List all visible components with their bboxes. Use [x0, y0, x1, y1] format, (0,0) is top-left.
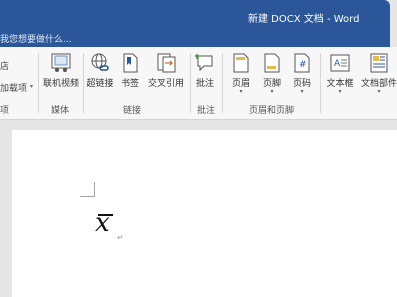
comments-group-label: 批注 — [197, 106, 216, 116]
online-video-icon — [51, 53, 71, 72]
tell-me-bar: 我您想要做什么... — [0, 30, 390, 47]
textbox-icon: A — [330, 54, 350, 72]
document-page[interactable] — [12, 130, 397, 297]
addins-group-label: 项 — [0, 106, 10, 116]
comment-button[interactable]: 批注 — [193, 52, 217, 89]
cross-reference-icon — [157, 53, 176, 73]
paragraph-mark: ↵ — [117, 233, 124, 242]
document-parts-button[interactable]: 文档部件 ▾ — [359, 52, 397, 95]
page-number-icon: # — [294, 53, 310, 73]
tell-me-box[interactable]: 我您想要做什么... — [0, 32, 72, 45]
textbox-dropdown-icon: ▾ — [338, 88, 342, 95]
comment-icon — [195, 54, 213, 72]
footer-dropdown-icon: ▾ — [270, 88, 274, 95]
header-footer-group-label: 页眉和页脚 — [249, 106, 295, 116]
globe-link-icon — [91, 53, 109, 71]
title-bar: 新建 DOCX 文档 - Word — [0, 0, 390, 30]
document-parts-icon — [370, 53, 388, 73]
bookmark-button[interactable]: 书签 — [117, 52, 143, 89]
header-dropdown-icon: ▾ — [239, 88, 243, 95]
svg-text:#: # — [299, 60, 307, 70]
bookmark-icon — [123, 53, 138, 73]
textbox-button[interactable]: A 文本框 ▾ — [324, 52, 356, 95]
hyperlink-button[interactable]: 超链接 — [86, 52, 114, 89]
separator — [38, 53, 39, 113]
footer-button[interactable]: 页脚 ▾ — [259, 52, 285, 95]
page-number-dropdown-icon: ▾ — [300, 88, 304, 95]
media-group-label: 媒体 — [51, 106, 70, 116]
links-group-label: 链接 — [123, 106, 142, 116]
addins-dropdown-icon[interactable]: ▾ — [30, 83, 33, 90]
online-video-button[interactable]: 联机视频 — [43, 52, 79, 89]
page-number-button[interactable]: # 页码 ▾ — [289, 52, 315, 95]
equation-x-bar[interactable]: x — [95, 208, 113, 238]
margin-corner-marker — [80, 182, 95, 197]
footer-icon — [264, 53, 280, 73]
separator — [320, 53, 321, 113]
header-button[interactable]: 页眉 ▾ — [228, 52, 254, 95]
separator — [190, 53, 191, 113]
cross-reference-button[interactable]: 交叉引用 — [146, 52, 186, 89]
addins-fragment[interactable]: 加载项 — [0, 81, 27, 94]
svg-text:A: A — [334, 59, 341, 69]
separator — [222, 53, 223, 113]
ribbon: 店 加载项 ▾ 项 联机视频 媒体 超链接 书签 交叉引用 链接 批注 批注 页… — [0, 47, 397, 120]
overbar — [98, 214, 113, 216]
separator — [83, 53, 84, 113]
window-title: 新建 DOCX 文档 - Word — [248, 14, 360, 25]
document-parts-dropdown-icon: ▾ — [377, 88, 381, 95]
store-fragment[interactable]: 店 — [0, 59, 9, 72]
header-icon — [233, 53, 249, 73]
